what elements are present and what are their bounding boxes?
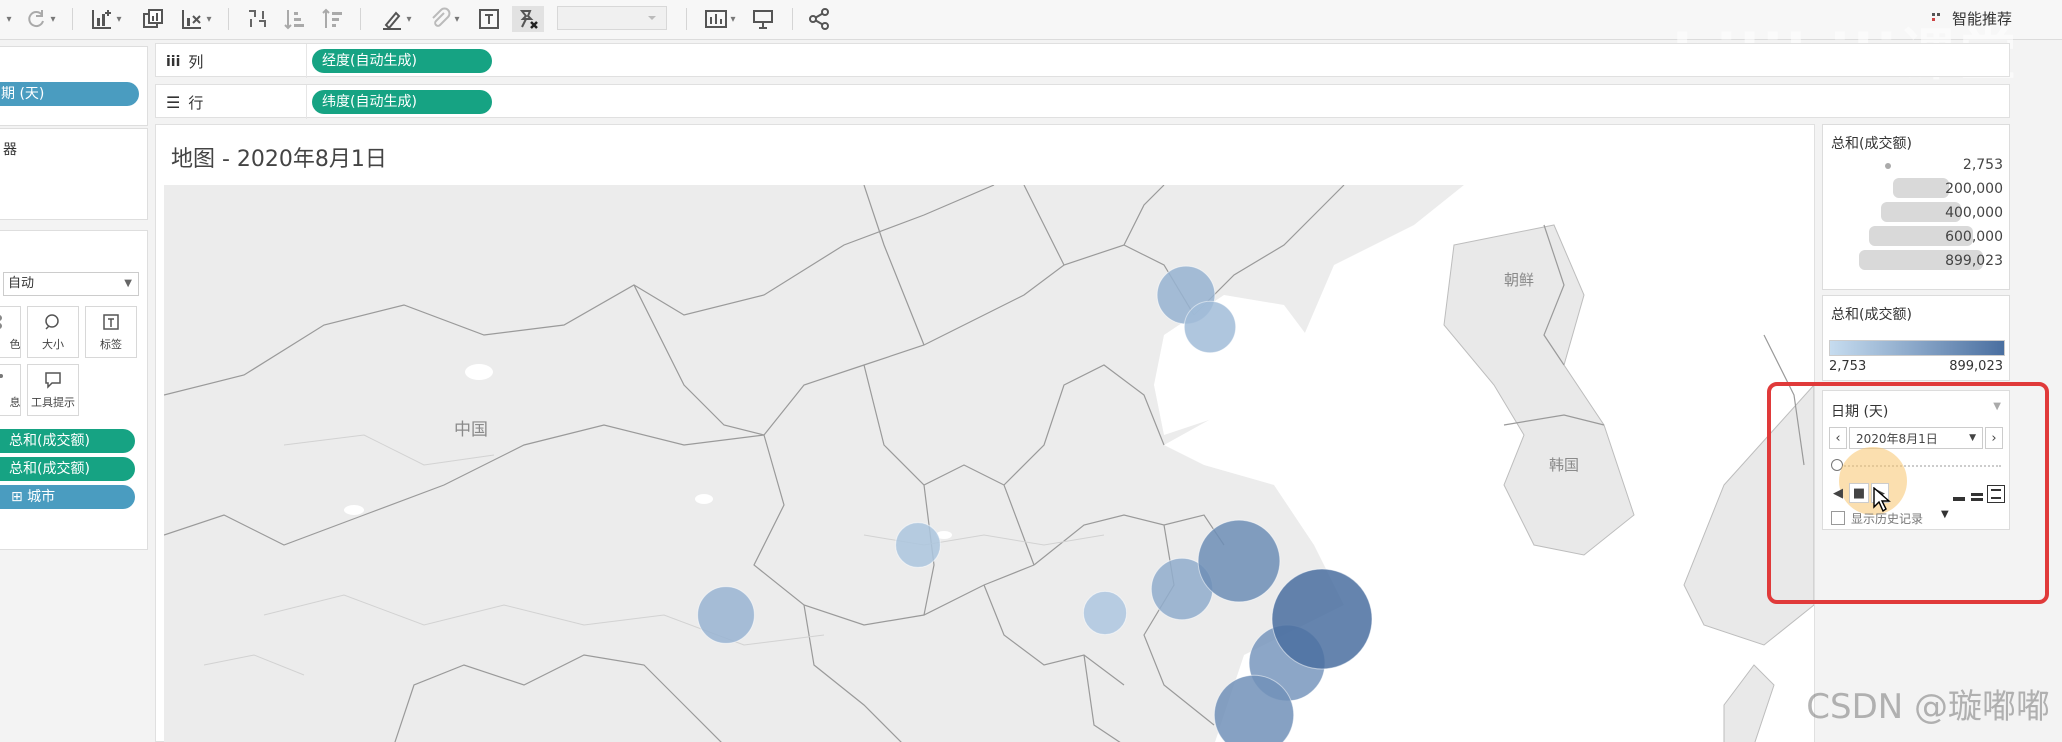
city-bubble[interactable]	[1271, 568, 1373, 670]
highlight-icon[interactable]: ▾	[376, 6, 416, 32]
color-legend: 总和(成交额) 2,753 899,023	[1822, 295, 2010, 381]
show-labels-icon[interactable]: ▾	[698, 6, 742, 32]
detail-icon	[0, 374, 3, 378]
share-icon[interactable]	[804, 6, 834, 32]
map-canvas[interactable]: 中国 朝鲜 韩国	[164, 185, 1814, 742]
map-label-south-korea: 韩国	[1549, 456, 1579, 474]
city-bubble[interactable]	[1082, 590, 1128, 636]
undo-dropdown-icon[interactable]: ▾	[0, 6, 16, 32]
lakes	[344, 364, 952, 539]
label-icon	[103, 314, 119, 330]
city-bubble[interactable]	[895, 522, 941, 568]
columns-shelf[interactable]: iii 列 经度(自动生成)	[155, 43, 2010, 78]
filters-card: 器	[0, 128, 148, 220]
size-legend: 总和(成交额) 2,753 200,000 400,000 600,000 899,02…	[1822, 124, 2010, 290]
sort-ascending-icon[interactable]	[282, 6, 308, 32]
color-ramp	[1829, 340, 2005, 356]
swap-rows-columns-icon[interactable]	[244, 6, 270, 32]
label-button[interactable]: 标签	[85, 306, 137, 358]
size-legend-label: 899,023	[1945, 253, 2003, 269]
rows-icon: ☰	[166, 93, 181, 112]
redo-icon[interactable]: ▾	[20, 6, 60, 32]
city-bubble[interactable]	[1183, 300, 1237, 354]
date-pill[interactable]: 期 (天)	[0, 82, 139, 106]
tooltip-icon	[45, 372, 61, 389]
presentation-icon[interactable]	[748, 6, 778, 32]
chevron-down-icon: ▼	[124, 278, 132, 289]
tooltip-button[interactable]: 工具提示	[27, 364, 79, 416]
size-legend-label: 400,000	[1945, 205, 2003, 221]
pages-card: 期 (天)	[0, 46, 148, 126]
mark-type-select[interactable]: 自动 ▼	[3, 272, 139, 296]
size-icon	[45, 314, 59, 330]
size-legend-label: 2,753	[1962, 157, 2003, 173]
color-legend-title: 总和(成交额)	[1831, 307, 1912, 323]
size-legend-label: 600,000	[1945, 229, 2003, 245]
mark-pill-size[interactable]: 总和(成交额)	[0, 429, 135, 453]
city-bubble[interactable]	[697, 586, 755, 644]
size-button[interactable]: 大小	[27, 306, 79, 358]
color-button[interactable]: 色	[0, 306, 21, 358]
city-bubble[interactable]	[1197, 519, 1281, 603]
mark-type-value: 自动	[8, 276, 35, 291]
duplicate-sheet-icon[interactable]	[138, 6, 168, 32]
size-legend-title: 总和(成交额)	[1831, 136, 1912, 152]
detail-button[interactable]: 息	[0, 364, 21, 416]
mark-pill-city[interactable]: ⊞ 城市	[0, 485, 135, 509]
sort-descending-icon[interactable]	[320, 6, 346, 32]
fix-axes-pin-icon[interactable]	[512, 6, 544, 32]
latitude-pill[interactable]: 纬度(自动生成)	[312, 90, 492, 114]
size-legend-label: 200,000	[1945, 181, 2003, 197]
rivers	[203, 434, 1105, 676]
filters-title: 器	[3, 142, 17, 158]
paperclip-icon[interactable]: ▾	[424, 6, 464, 32]
red-highlight-annotation	[1767, 382, 2049, 604]
map-label-china: 中国	[454, 420, 488, 440]
left-panel: 期 (天) 器 自动 ▼ 色 大小 标签 息 工具提示 总和(成交额) 总和(成…	[0, 40, 150, 742]
size-legend-mark	[1885, 163, 1891, 169]
csdn-watermark: CSDN @璇嘟嘟	[1806, 687, 2050, 727]
map-view: 地图 - 2020年8月1日 中国 朝鲜 韩国	[155, 124, 1815, 742]
fit-select[interactable]	[557, 6, 667, 30]
color-max: 899,023	[1949, 359, 2003, 374]
rows-shelf[interactable]: ☰ 行 纬度(自动生成)	[155, 84, 2010, 119]
clear-sheet-icon[interactable]: ▾	[174, 6, 218, 32]
text-label-icon[interactable]	[476, 6, 502, 32]
map-label-north-korea: 朝鲜	[1504, 271, 1534, 289]
color-min: 2,753	[1829, 359, 1867, 374]
columns-icon: iii	[166, 53, 181, 70]
columns-shelf-label: iii 列	[166, 53, 204, 71]
longitude-pill[interactable]: 经度(自动生成)	[312, 49, 492, 73]
mark-pill-color[interactable]: 总和(成交额)	[0, 457, 135, 481]
marks-card: 自动 ▼ 色 大小 标签 息 工具提示 总和(成交额) 总和(成交额) ⊞ 城市	[0, 230, 148, 550]
color-icon	[0, 315, 2, 329]
map-svg: 中国 朝鲜 韩国	[164, 185, 1814, 742]
rows-shelf-label: ☰ 行	[166, 93, 204, 112]
view-title: 地图 - 2020年8月1日	[171, 147, 387, 172]
size-legend-mark	[1893, 178, 1949, 198]
tableau-window: ▾ ▾ ▾ ▾ ▾ ▾ ▾ 智能推荐 期 (天) 器 自动 ▼ 色 大小 标签 …	[0, 0, 2062, 742]
new-worksheet-icon[interactable]: ▾	[84, 6, 128, 32]
